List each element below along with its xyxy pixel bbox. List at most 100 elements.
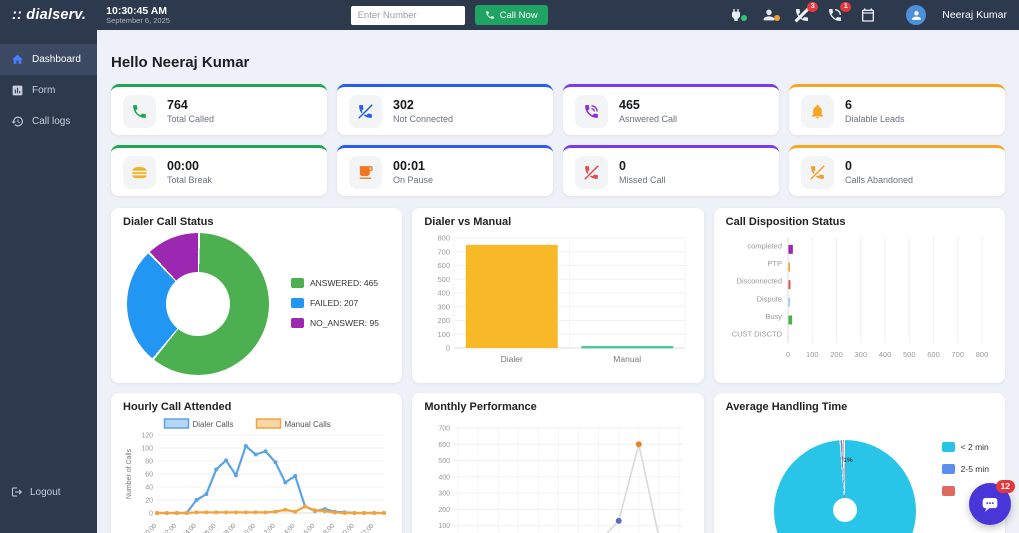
dialer-vs-manual-bars: 0 100 200 300 400 500 600 700 800 Dialer Manual [424, 231, 691, 372]
phone-icon [485, 10, 495, 20]
svg-text:18:00: 18:00 [320, 522, 337, 533]
chart-dialer-vs-manual: Dialer vs Manual 0 100 200 300 400 500 600 700 8… [412, 208, 704, 383]
legend-label: ANSWERED: 465 [310, 278, 379, 288]
dialer-call-status-donut: ANSWERED: 465 FAILED: 207 NO_ANSWER: 95 [123, 231, 390, 375]
sidebar-item-label: Form [32, 85, 56, 96]
status-dot [741, 15, 748, 21]
stat-card-total-called: 764 Total Called [111, 84, 327, 135]
stat-value: 00:00 [167, 159, 199, 173]
pie-small-label: 1% [843, 457, 853, 465]
svg-text:600: 600 [438, 261, 451, 270]
svg-text:Dialer: Dialer [501, 354, 523, 364]
form-chart-icon [11, 84, 24, 97]
stats-grid: 764 Total Called 302 Not Connected 465 Asnwer… [111, 84, 1005, 196]
chart-hourly-call-attended: Hourly Call Attended Dialer Calls Manual … [111, 393, 403, 533]
chart-title: Monthly Performance [424, 401, 537, 413]
call-disposition-bars: 0 100 200 300 400 500 600 700 800 completed PTP Dis… [726, 231, 993, 372]
sidebar-item-label: Dashboard [32, 54, 81, 65]
monthly-performance-line: 0100200300400500600700 [424, 416, 691, 533]
svg-text:Disconnected: Disconnected [736, 277, 781, 286]
logout-button[interactable]: Logout [0, 477, 97, 507]
stat-value: 302 [393, 98, 414, 112]
chart-title: Average Handling Time [725, 401, 848, 413]
svg-text:Busy: Busy [765, 312, 782, 321]
stat-card-on-pause: 00:01 On Pause [337, 145, 553, 196]
charts-grid: Dialer Call Status ANSWERED: 465 FAILED: … [111, 208, 1005, 533]
svg-text:Manual: Manual [614, 354, 642, 364]
sidebar-item-form[interactable]: Form [0, 75, 97, 106]
sidebar-item-dashboard[interactable]: Dashboard [0, 44, 97, 75]
callback-icon[interactable]: 1 [827, 2, 852, 23]
svg-text:100: 100 [806, 350, 819, 359]
svg-text:60: 60 [145, 472, 153, 479]
stat-card-total-break: 00:00 Total Break [111, 145, 327, 196]
agent-status-icon[interactable] [761, 7, 781, 23]
svg-text:0: 0 [786, 350, 790, 359]
svg-text:400: 400 [439, 474, 451, 481]
stat-card-dialable-leads: 6 Dialable Leads [789, 84, 1005, 135]
svg-text:CUST DISCTD: CUST DISCTD [731, 330, 782, 339]
phone-slash-icon [349, 94, 382, 128]
stat-label: Not Connected [393, 114, 454, 124]
chart-monthly-performance: Monthly Performance 01002003004005006007… [412, 393, 704, 533]
stat-value: 0 [619, 159, 626, 173]
legend-item: NO_ANSWER: 95 [291, 318, 379, 328]
legend-label: < 2 min [960, 442, 989, 452]
calendar-icon[interactable] [860, 7, 876, 23]
svg-text:600: 600 [927, 350, 940, 359]
legend-swatch [941, 486, 955, 496]
svg-text:Number of Calls: Number of Calls [126, 448, 133, 499]
missed-call-icon[interactable]: 3 [794, 2, 819, 23]
svg-text:300: 300 [439, 491, 451, 498]
sidebar-item-call-logs[interactable]: Call logs [0, 106, 97, 137]
phone-volume-icon [575, 94, 608, 128]
legend-swatch [941, 464, 955, 474]
svg-text:500: 500 [439, 458, 451, 465]
donut-legend: ANSWERED: 465 FAILED: 207 NO_ANSWER: 95 [291, 278, 379, 328]
legend-swatch [291, 278, 304, 288]
aht-pie: 99%1% [773, 440, 916, 533]
app-logo: :: dialserv. [12, 7, 87, 23]
legend-label: NO_ANSWER: 95 [310, 318, 379, 328]
avatar[interactable] [906, 5, 927, 25]
call-now-button[interactable]: Call Now [474, 5, 548, 25]
home-icon [11, 53, 24, 66]
topbar: :: dialserv. 10:30:45 AM September 6, 20… [0, 0, 1019, 30]
stat-label: On Pause [393, 175, 434, 185]
sidebar: Dashboard Form Call logs Logout [0, 30, 97, 533]
svg-text:100: 100 [438, 330, 451, 339]
legend-label: 2-5 min [960, 464, 989, 474]
svg-text:100: 100 [439, 523, 451, 530]
svg-text:Dispute: Dispute [756, 294, 781, 303]
stat-value: 6 [845, 98, 852, 112]
stat-card-asnwered-call: 465 Asnwered Call [563, 84, 779, 135]
chat-button[interactable]: 12 [969, 480, 1015, 525]
stat-value: 00:01 [393, 159, 425, 173]
svg-text:800: 800 [438, 234, 451, 243]
svg-text:completed: completed [747, 241, 782, 250]
chart-title: Hourly Call Attended [123, 401, 232, 413]
svg-text:20:00: 20:00 [339, 522, 356, 533]
stat-label: Missed Call [619, 175, 666, 185]
page-title: Hello Neeraj Kumar [111, 54, 250, 71]
topbar-status-icons: 31 [728, 2, 876, 23]
stat-value: 764 [167, 98, 188, 112]
legend-swatch [291, 318, 304, 328]
phone-number-input[interactable] [350, 5, 465, 25]
svg-text:400: 400 [438, 289, 451, 298]
svg-text:0: 0 [446, 344, 450, 353]
notification-badge: 3 [807, 2, 819, 13]
svg-text:04:00: 04:00 [181, 522, 198, 533]
legend-item: < 2 min [941, 442, 989, 452]
svg-text:700: 700 [439, 426, 451, 433]
legend-swatch [941, 442, 955, 452]
svg-text:300: 300 [438, 302, 451, 311]
svg-text:100: 100 [141, 446, 153, 453]
stat-card-missed-call: 0 Missed Call [563, 145, 779, 196]
power-plug-icon[interactable] [728, 7, 748, 23]
stat-label: Asnwered Call [619, 114, 678, 124]
svg-text:22:00: 22:00 [359, 522, 376, 533]
svg-text:200: 200 [439, 507, 451, 514]
svg-text:500: 500 [438, 275, 451, 284]
svg-text:120: 120 [141, 433, 153, 440]
